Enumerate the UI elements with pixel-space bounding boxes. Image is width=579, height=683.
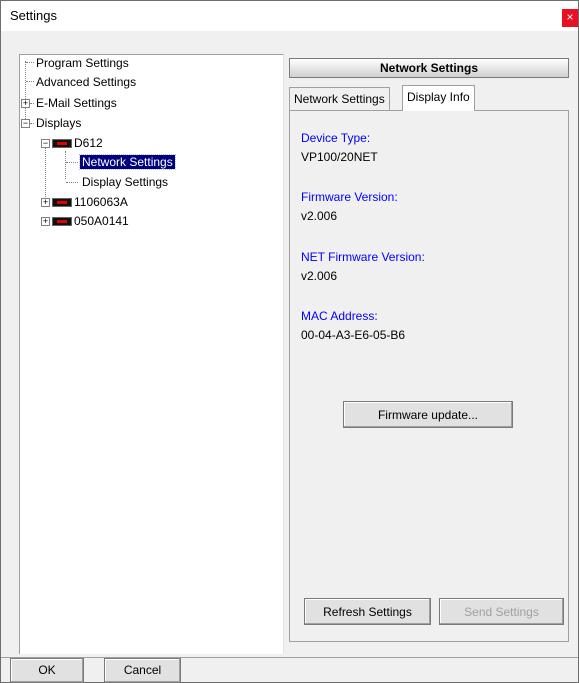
display-info-pane: Device Type: VP100/20NET Firmware Versio… bbox=[289, 110, 569, 642]
tree-guide-displays bbox=[45, 141, 46, 197]
tab-display-info[interactable]: Display Info bbox=[402, 85, 475, 111]
tree-item-label: Advanced Settings bbox=[36, 75, 137, 89]
footer-divider bbox=[1, 657, 578, 658]
led-display-icon bbox=[52, 198, 72, 207]
title-bar[interactable]: Settings × bbox=[1, 1, 578, 31]
tree-item-label: Display Settings bbox=[82, 175, 169, 189]
led-display-icon bbox=[52, 139, 72, 148]
tree-connector bbox=[30, 123, 34, 124]
minus-box-icon[interactable]: − bbox=[21, 119, 30, 128]
tree-item-network-settings[interactable]: Network Settings bbox=[79, 154, 176, 170]
tree-item-label: E-Mail Settings bbox=[36, 96, 117, 110]
tree-item-label: 050A0141 bbox=[74, 214, 129, 228]
settings-panel: Network Settings Network Settings Displa… bbox=[289, 58, 569, 648]
plus-box-icon[interactable]: + bbox=[41, 217, 50, 226]
tree-item-displays[interactable]: Displays bbox=[36, 115, 81, 131]
cancel-button[interactable]: Cancel bbox=[104, 658, 181, 683]
device-type-value: VP100/20NET bbox=[301, 150, 378, 164]
send-settings-button[interactable]: Send Settings bbox=[439, 598, 564, 625]
tree-item-1106063a[interactable]: 1106063A bbox=[74, 194, 128, 210]
tab-network-settings[interactable]: Network Settings bbox=[289, 87, 390, 110]
net-firmware-version-label: NET Firmware Version: bbox=[301, 250, 425, 264]
window-title: Settings bbox=[10, 8, 57, 23]
panel-header: Network Settings bbox=[289, 58, 569, 78]
tree-connector bbox=[26, 81, 34, 82]
tree-item-050a0141[interactable]: 050A0141 bbox=[74, 213, 129, 229]
firmware-version-value: v2.006 bbox=[301, 209, 338, 223]
close-button[interactable]: × bbox=[562, 9, 578, 27]
tree-item-label: Network Settings bbox=[79, 154, 176, 170]
tree-item-advanced-settings[interactable]: Advanced Settings bbox=[36, 74, 136, 90]
tree-item-program-settings[interactable]: Program Settings bbox=[36, 55, 129, 71]
mac-address-value: 00-04-A3-E6-05-B6 bbox=[301, 328, 406, 342]
tree-item-label: 1106063A bbox=[74, 195, 128, 209]
tree-item-d612[interactable]: D612 bbox=[74, 135, 103, 151]
tree-connector bbox=[26, 62, 34, 63]
plus-box-icon[interactable]: + bbox=[21, 99, 30, 108]
tree-item-label: Displays bbox=[36, 116, 82, 130]
tree-item-label: D612 bbox=[74, 136, 103, 150]
tree-connector bbox=[66, 182, 78, 183]
settings-tree[interactable]: Program Settings Advanced Settings + E-M… bbox=[19, 54, 284, 654]
ok-button[interactable]: OK bbox=[10, 658, 84, 683]
led-display-icon bbox=[52, 217, 72, 226]
firmware-update-button[interactable]: Firmware update... bbox=[343, 401, 513, 428]
main-area: Program Settings Advanced Settings + E-M… bbox=[9, 54, 578, 654]
tree-item-display-settings[interactable]: Display Settings bbox=[82, 174, 168, 190]
mac-address-label: MAC Address: bbox=[301, 309, 378, 323]
tree-item-email-settings[interactable]: E-Mail Settings bbox=[36, 95, 117, 111]
net-firmware-version-value: v2.006 bbox=[301, 269, 338, 283]
tree-item-label: Program Settings bbox=[36, 56, 129, 70]
device-type-label: Device Type: bbox=[301, 131, 371, 145]
settings-window: Settings × Program Settings Advanced Set… bbox=[0, 0, 579, 683]
refresh-settings-button[interactable]: Refresh Settings bbox=[304, 598, 431, 625]
tree-guide-d612 bbox=[65, 151, 66, 179]
firmware-version-label: Firmware Version: bbox=[301, 190, 398, 204]
minus-box-icon[interactable]: − bbox=[41, 139, 50, 148]
tree-connector bbox=[30, 103, 34, 104]
tree-connector bbox=[66, 162, 78, 163]
plus-box-icon[interactable]: + bbox=[41, 198, 50, 207]
